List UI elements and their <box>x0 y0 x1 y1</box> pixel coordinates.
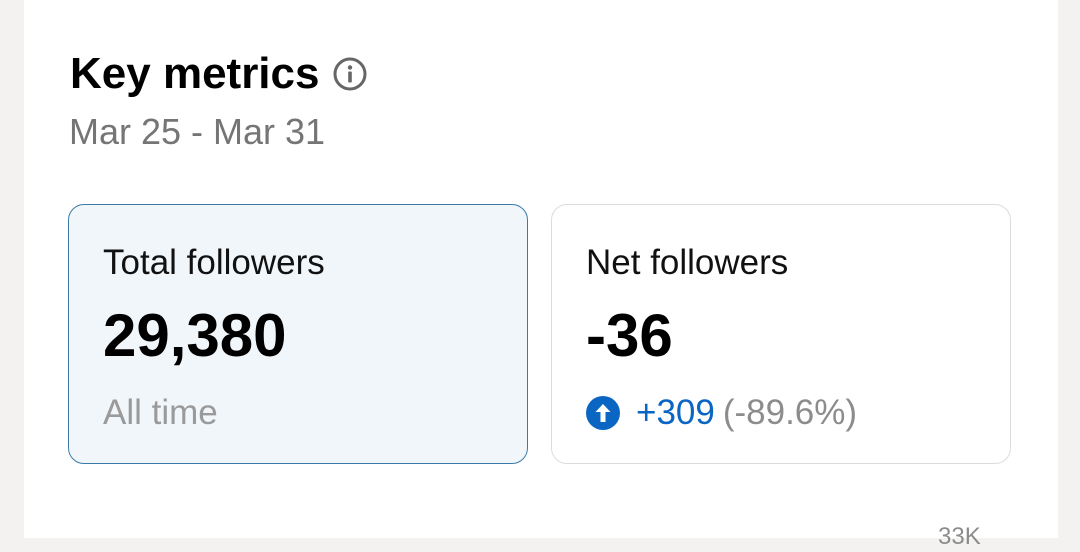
page-title: Key metrics <box>70 49 320 98</box>
date-range: Mar 25 - Mar 31 <box>69 111 326 152</box>
key-metrics-panel: Key metrics Mar 25 - Mar 31 Total follow… <box>24 0 1058 550</box>
change-percent: (-89.6%) <box>722 393 858 432</box>
card-label: Total followers <box>103 243 325 282</box>
card-value: -36 <box>586 302 673 369</box>
net-followers-card[interactable]: Net followers -36 +309 (-89.6%) <box>551 204 1011 464</box>
arrow-up-circle-icon <box>586 396 620 430</box>
change-indicator: +309 (-89.6%) <box>586 391 857 435</box>
card-label: Net followers <box>586 243 789 282</box>
card-value: 29,380 <box>103 302 287 369</box>
chart-axis-tick: 33K <box>938 523 981 550</box>
info-icon[interactable] <box>333 57 367 91</box>
header: Key metrics <box>70 44 367 104</box>
total-followers-card[interactable]: Total followers 29,380 All time <box>68 204 528 464</box>
change-value: +309 <box>636 393 715 432</box>
card-subtitle: All time <box>103 393 218 432</box>
